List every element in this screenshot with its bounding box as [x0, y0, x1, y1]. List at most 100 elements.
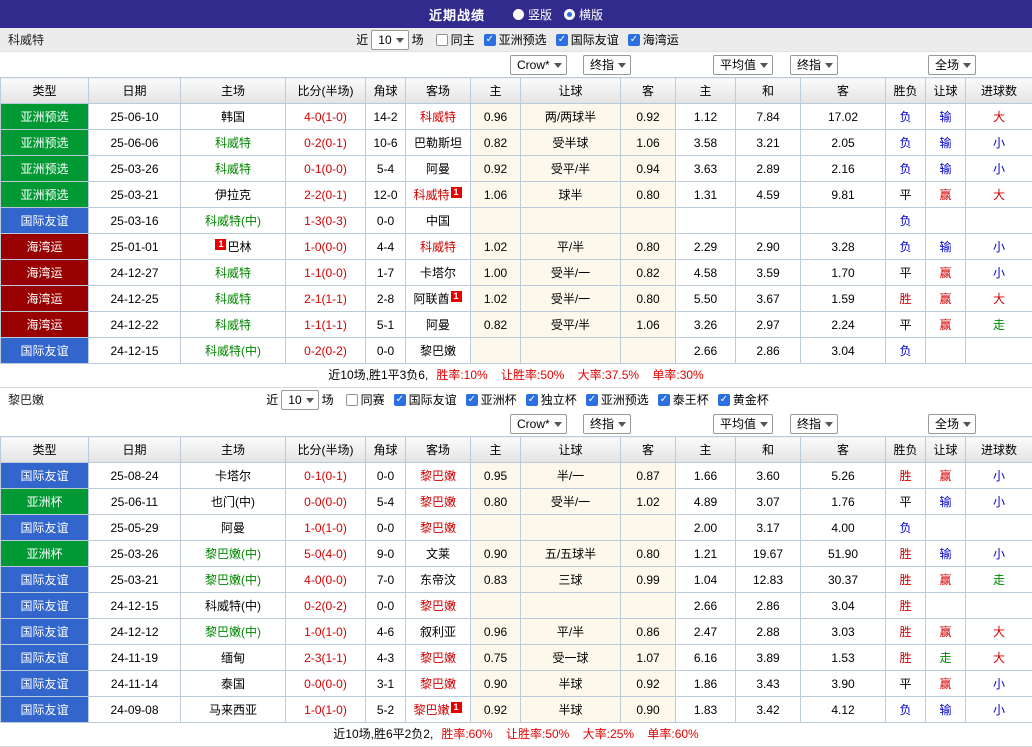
handicap-result-cell: 赢 — [926, 312, 966, 338]
home-team-cell: 科威特(中) — [181, 208, 286, 234]
filter-checkbox-label: 海湾运 — [643, 31, 679, 48]
away-team-name: 黎巴嫩 — [420, 495, 456, 509]
goals-result-cell — [966, 338, 1032, 364]
avg-away-cell: 3.04 — [801, 593, 886, 619]
avg-draw-cell: 3.89 — [736, 645, 801, 671]
corners-cell: 3-1 — [366, 671, 406, 697]
checkbox-checked[interactable] — [556, 34, 568, 46]
games-count-select[interactable]: 10 — [371, 30, 408, 50]
filter-checkbox-label: 亚洲预选 — [601, 391, 649, 408]
average-odds-select[interactable]: 平均值 — [713, 414, 773, 434]
header-row: 类型日期主场比分(半场)角球客场主让球客主和客胜负让球进球数 — [1, 78, 1032, 104]
away-odds-cell: 0.82 — [621, 260, 676, 286]
checkbox-unchecked[interactable] — [436, 34, 448, 46]
away-team-name: 黎巴嫩 — [420, 344, 456, 358]
checkbox-unchecked[interactable] — [346, 394, 358, 406]
filter-checkbox-item[interactable]: 国际友谊 — [394, 391, 457, 408]
final-odds-select[interactable]: 终指 — [790, 414, 838, 434]
checkbox-checked[interactable] — [526, 394, 538, 406]
home-odds-cell: 0.96 — [471, 619, 521, 645]
date-cell: 24-11-19 — [89, 645, 181, 671]
away-odds-cell: 1.07 — [621, 645, 676, 671]
home-team-cell: 科威特 — [181, 260, 286, 286]
filter-checkbox-item[interactable]: 黄金杯 — [718, 391, 769, 408]
match-row: 国际友谊24-11-19缅甸2-3(1-1)4-3黎巴嫩0.75受一球1.076… — [1, 645, 1032, 671]
home-team-cell: 黎巴嫩(中) — [181, 567, 286, 593]
avg-away-cell: 1.59 — [801, 286, 886, 312]
checkbox-checked[interactable] — [658, 394, 670, 406]
column-header: 客场 — [406, 437, 471, 463]
goals-result-cell: 小 — [966, 697, 1032, 723]
column-header: 胜负 — [886, 437, 926, 463]
games-unit-label: 场 — [322, 391, 334, 408]
final-odds-select[interactable]: 终指 — [790, 55, 838, 75]
match-scope-select[interactable]: 全场 — [928, 55, 976, 75]
column-header: 主 — [471, 437, 521, 463]
column-header: 角球 — [366, 78, 406, 104]
avg-draw-cell: 2.97 — [736, 312, 801, 338]
horizontal-layout-radio[interactable] — [564, 9, 575, 20]
final-odds-select[interactable]: 终指 — [583, 55, 631, 75]
checkbox-checked[interactable] — [628, 34, 640, 46]
result-cell: 平 — [886, 260, 926, 286]
bookmaker-select[interactable]: Crow* — [510, 414, 567, 434]
filter-checkbox-label: 同赛 — [361, 391, 385, 408]
odds-selects-row: Crow*终指平均值终指全场 — [0, 52, 1032, 77]
result-cell: 胜 — [886, 541, 926, 567]
column-header: 日期 — [89, 437, 181, 463]
away-team-name: 黎巴嫩 — [420, 599, 456, 613]
bookmaker-select[interactable]: Crow* — [510, 55, 567, 75]
filter-checkbox-item[interactable]: 海湾运 — [628, 31, 679, 48]
avg-draw-cell: 3.67 — [736, 286, 801, 312]
radio-label: 横版 — [579, 8, 603, 22]
filter-checkbox-item[interactable]: 亚洲杯 — [466, 391, 517, 408]
competition-type-cell: 国际友谊 — [1, 697, 89, 723]
match-scope-select[interactable]: 全场 — [928, 414, 976, 434]
result-cell: 平 — [886, 489, 926, 515]
away-odds-cell: 0.86 — [621, 619, 676, 645]
score-cell: 0-1(0-1) — [286, 463, 366, 489]
avg-draw-cell: 12.83 — [736, 567, 801, 593]
home-team-cell: 黎巴嫩(中) — [181, 541, 286, 567]
goals-result-cell: 小 — [966, 489, 1032, 515]
filter-checkbox-item[interactable]: 同赛 — [346, 391, 385, 408]
column-header: 胜负 — [886, 78, 926, 104]
match-row: 国际友谊24-09-08马来西亚1-0(1-0)5-2黎巴嫩10.92半球0.9… — [1, 697, 1032, 723]
corners-cell: 5-4 — [366, 156, 406, 182]
filter-checkbox-item[interactable]: 亚洲预选 — [586, 391, 649, 408]
recent-label: 近 — [266, 391, 278, 408]
filter-checkbox-item[interactable]: 亚洲预选 — [484, 31, 547, 48]
corners-cell: 5-2 — [366, 697, 406, 723]
away-odds-cell: 0.94 — [621, 156, 676, 182]
filter-checkbox-item[interactable]: 泰王杯 — [658, 391, 709, 408]
team-name: 黎巴嫩 — [8, 391, 44, 408]
final-odds-select[interactable]: 终指 — [583, 414, 631, 434]
avg-home-cell: 3.63 — [676, 156, 736, 182]
filter-checkbox-item[interactable]: 国际友谊 — [556, 31, 619, 48]
checkbox-checked[interactable] — [466, 394, 478, 406]
competition-type-cell: 海湾运 — [1, 312, 89, 338]
avg-home-cell — [676, 208, 736, 234]
away-team-name: 东帝汶 — [420, 573, 456, 587]
handicap-line-cell: 平/半 — [521, 619, 621, 645]
page-title: 近期战绩 — [429, 5, 485, 24]
filter-checkbox-item[interactable]: 同主 — [436, 31, 475, 48]
vertical-layout-radio[interactable] — [513, 9, 524, 20]
handicap-result-cell: 输 — [926, 104, 966, 130]
handicap-line-cell: 受半/一 — [521, 489, 621, 515]
date-cell: 24-12-15 — [89, 593, 181, 619]
handicap-result-cell — [926, 515, 966, 541]
average-odds-select[interactable]: 平均值 — [713, 55, 773, 75]
checkbox-checked[interactable] — [484, 34, 496, 46]
competition-type-cell: 亚洲预选 — [1, 104, 89, 130]
filter-checkbox-item[interactable]: 独立杯 — [526, 391, 577, 408]
checkbox-checked[interactable] — [718, 394, 730, 406]
games-count-select[interactable]: 10 — [281, 390, 318, 410]
avg-draw-cell: 2.90 — [736, 234, 801, 260]
column-header: 比分(半场) — [286, 437, 366, 463]
checkbox-checked[interactable] — [586, 394, 598, 406]
date-cell: 25-05-29 — [89, 515, 181, 541]
checkbox-checked[interactable] — [394, 394, 406, 406]
filter-checkbox-label: 同主 — [451, 31, 475, 48]
away-team-cell: 阿曼 — [406, 156, 471, 182]
